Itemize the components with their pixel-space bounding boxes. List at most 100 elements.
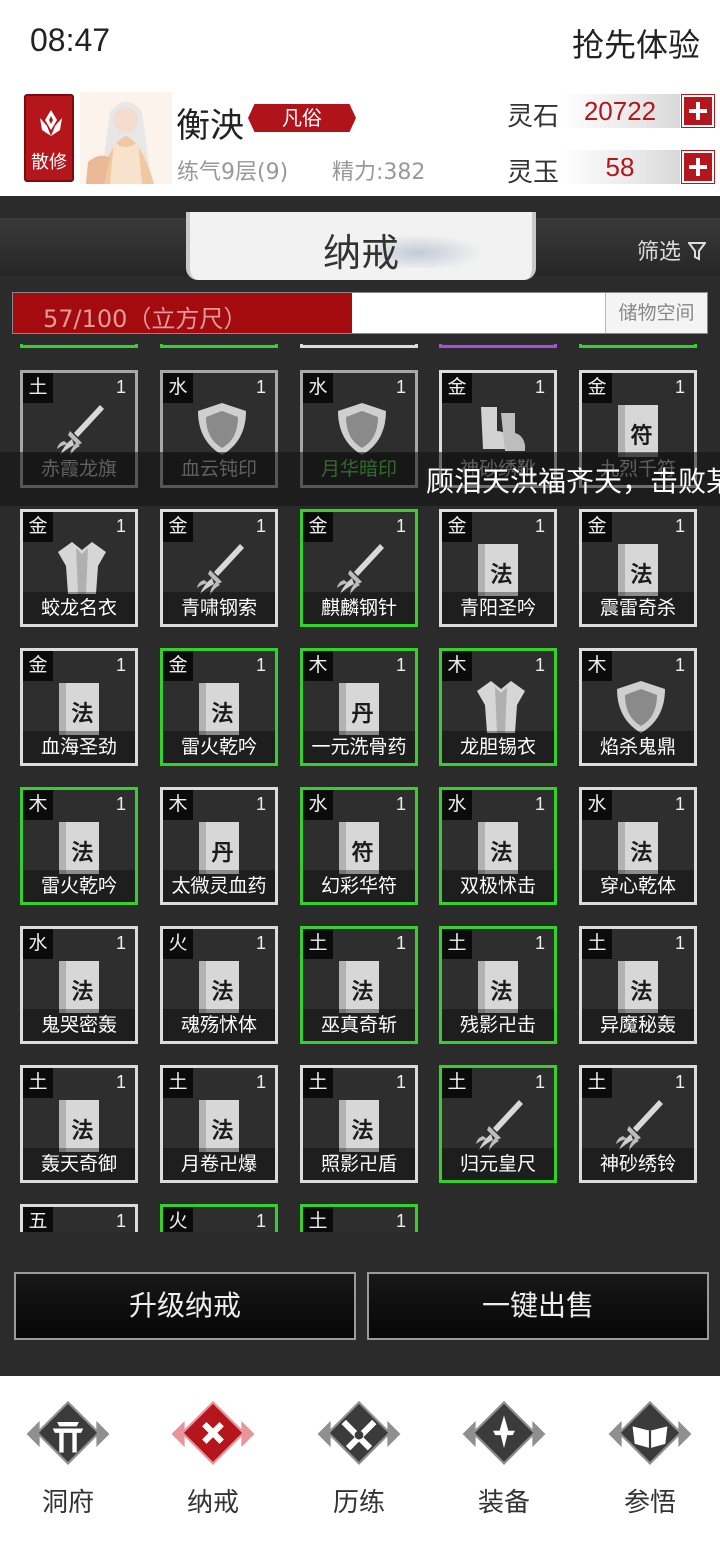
item-quantity: 1 [395,1072,406,1092]
nav-item[interactable]: 洞府 [13,1398,123,1528]
item-name: 穿心乾体 [582,870,694,902]
scroll-glyph: 法 [351,1118,374,1144]
item-slot-partial[interactable] [20,344,138,348]
nav-item[interactable]: 参悟 [595,1398,705,1528]
scroll-icon: 法 [618,544,658,596]
add-spirit-stone-button[interactable] [681,94,715,128]
element-badge: 土 [303,1068,333,1098]
item-slot[interactable]: 土 1 法异魔秘轰 [579,926,697,1044]
scroll-icon: 法 [339,961,379,1013]
item-slot-partial[interactable] [579,344,697,348]
item-name: 异魔秘轰 [582,1009,694,1041]
element-badge: 金 [163,512,193,542]
item-slot[interactable]: 土 1 法巫真奇斩 [300,926,418,1044]
element-badge: 土 [442,1068,472,1098]
item-slot[interactable]: 木 1 丹太微灵血药 [160,787,278,905]
nav-item[interactable]: 历练 [304,1398,414,1528]
item-slot[interactable]: 水 1 法鬼哭密轰 [20,926,138,1044]
upgrade-ring-button[interactable]: 升级纳戒 [14,1272,356,1340]
item-slot[interactable]: 土1 [300,1204,418,1232]
nav-label: 装备 [477,1488,530,1518]
item-name: 血海圣劲 [23,731,135,763]
item-quantity: 1 [534,933,545,953]
item-quantity: 1 [115,516,126,536]
filter-icon [687,242,707,261]
scroll-glyph: 法 [630,840,653,866]
sect-badge[interactable]: 散修 [24,94,74,182]
robe-icon [475,679,527,735]
item-slot[interactable]: 土 1 法轰天奇御 [20,1065,138,1183]
storage-space-button[interactable]: 储物空间 [605,293,707,333]
sword-icon [615,1096,667,1152]
item-slot-partial[interactable] [160,344,278,348]
item-name: 照影卍盾 [303,1148,415,1180]
filter-button[interactable]: 筛选 [637,234,707,266]
scroll-icon: 法 [59,822,99,874]
item-quantity: 1 [534,655,545,675]
item-slot[interactable]: 水 1 法双极怵击 [439,787,557,905]
element-badge: 金 [582,512,612,542]
element-badge: 水 [303,790,333,820]
nav-item[interactable]: 纳戒 [158,1398,268,1528]
shield-icon [615,679,667,735]
item-slot-partial[interactable] [439,344,557,348]
sell-all-button[interactable]: 一键出售 [367,1272,709,1340]
item-name: 残影卍击 [442,1009,554,1041]
item-slot[interactable]: 土 1 法月卷卍爆 [160,1065,278,1183]
item-quantity: 1 [255,1211,266,1231]
item-slot[interactable]: 金 1 蛟龙名衣 [20,509,138,627]
item-slot[interactable]: 火 1 法魂殇怵体 [160,926,278,1044]
item-quantity: 1 [674,1072,685,1092]
element-badge: 木 [23,790,53,820]
item-slot[interactable]: 土 1 法残影卍击 [439,926,557,1044]
scroll-glyph: 法 [490,840,513,866]
item-slot-partial[interactable] [300,344,418,348]
player-header: 散修 衡泱 凡俗 练气9层(9) 精力:382 灵石 20722 灵玉 58 [0,84,720,196]
scroll-glyph: 法 [351,979,374,1005]
nav-item[interactable]: 装备 [449,1398,559,1528]
add-spirit-jade-button[interactable] [681,150,715,184]
sword-icon [336,540,388,596]
item-slot[interactable]: 水 1 符幻彩华符 [300,787,418,905]
avatar[interactable] [80,92,172,184]
scroll-icon: 法 [478,822,518,874]
item-slot[interactable]: 火1 [160,1204,278,1232]
early-access-label[interactable]: 抢先体验 [572,20,700,66]
item-quantity: 1 [115,933,126,953]
capacity-bar: 57/100（立方尺） 储物空间 [12,292,708,334]
scroll-glyph: 法 [211,979,234,1005]
item-name: 震雷奇杀 [582,592,694,624]
item-slot[interactable]: 土 1 归元皇尺 [439,1065,557,1183]
item-slot[interactable]: 金 1 麒麟钢针 [300,509,418,627]
scroll-icon: 法 [478,544,518,596]
element-badge: 水 [303,373,333,403]
shield-icon [336,401,388,457]
item-name: 一元洗骨药 [303,731,415,763]
item-slot[interactable]: 木 1 焰杀鬼鼎 [579,648,697,766]
item-slot[interactable]: 五1 [20,1204,138,1232]
item-slot[interactable]: 金 1 法雷火乾吟 [160,648,278,766]
scroll-icon: 法 [199,1100,239,1152]
item-slot[interactable]: 土 1 法照影卍盾 [300,1065,418,1183]
item-slot[interactable]: 金 1 青啸钢索 [160,509,278,627]
item-quantity: 1 [255,933,266,953]
element-badge: 土 [163,1068,193,1098]
item-slot[interactable]: 土 1 神砂绣铃 [579,1065,697,1183]
scroll-icon: 法 [199,683,239,735]
item-slot[interactable]: 木 1 丹一元洗骨药 [300,648,418,766]
item-slot[interactable]: 金 1 法青阳圣吟 [439,509,557,627]
item-quantity: 1 [115,377,126,397]
item-name: 麒麟钢针 [303,592,415,624]
spirit-stone-label: 灵石 [507,102,560,132]
item-slot[interactable]: 木 1 龙胆锡衣 [439,648,557,766]
item-slot[interactable]: 水 1 法穿心乾体 [579,787,697,905]
sword-icon [475,1096,527,1152]
ring-panel: 纳戒 筛选 57/100（立方尺） 储物空间 土1赤霞龙旗水1血云钝印水1月华暗… [0,196,720,1376]
item-slot[interactable]: 木 1 法雷火乾吟 [20,787,138,905]
item-slot[interactable]: 金 1 法血海圣劲 [20,648,138,766]
item-slot[interactable]: 金 1 法震雷奇杀 [579,509,697,627]
element-badge: 火 [163,1207,193,1232]
item-name: 雷火乾吟 [163,731,275,763]
element-badge: 水 [442,790,472,820]
sword-icon [196,540,248,596]
